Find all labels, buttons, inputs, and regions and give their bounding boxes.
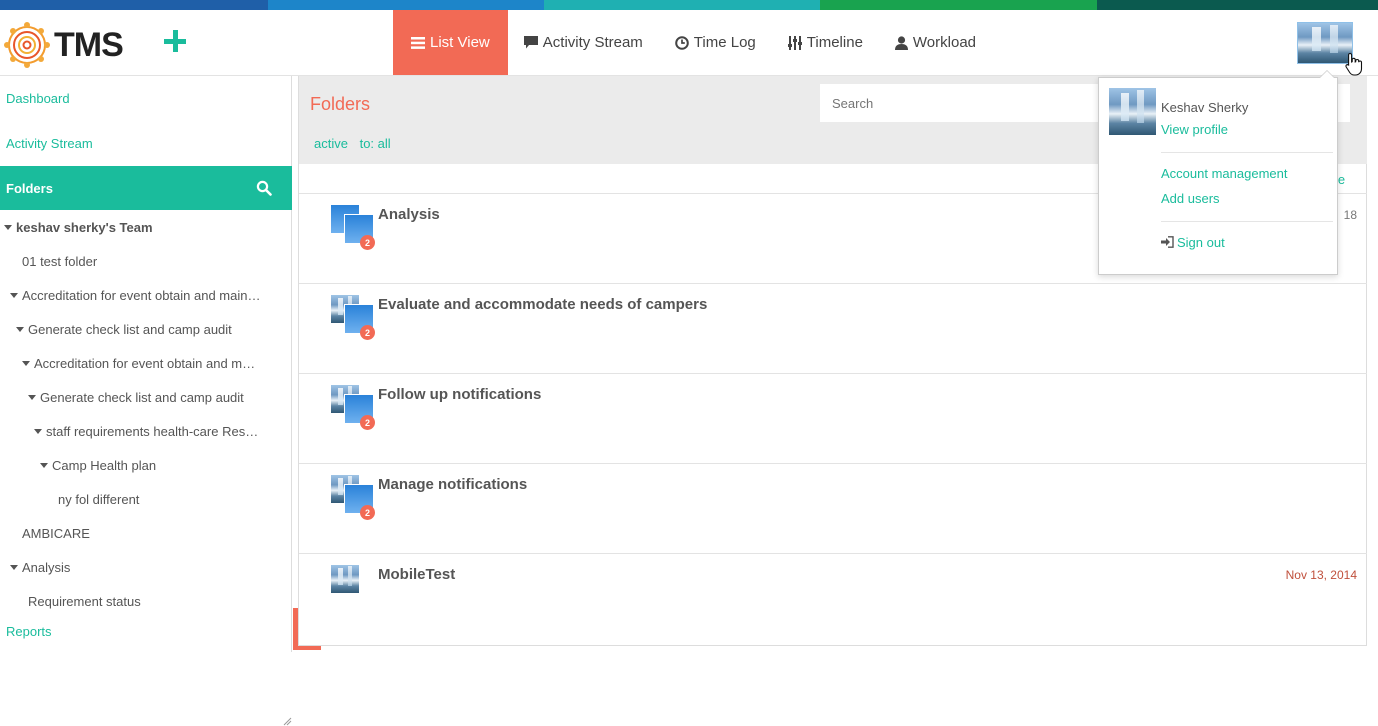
member-avatars: 2	[330, 204, 376, 250]
logo-icon	[4, 22, 50, 68]
nav-label: Workload	[912, 34, 977, 51]
tree-item[interactable]: keshav sherky's Team	[4, 220, 284, 235]
add-users-link[interactable]: Add users	[1161, 191, 1220, 206]
main-nav: List View Activity Stream Time Log Timel…	[393, 10, 992, 75]
member-avatars: 2	[330, 294, 376, 340]
divider	[1161, 221, 1333, 222]
tree-label: 01 test folder	[22, 254, 98, 269]
folder-title[interactable]: Analysis	[378, 206, 440, 223]
caret-down-icon	[22, 361, 30, 366]
app-logo[interactable]: TMS	[2, 22, 124, 68]
sidebar: Dashboard Activity Stream Folders keshav…	[0, 76, 292, 726]
tree-label: Generate check list and camp audit	[28, 322, 232, 337]
folder-title[interactable]: Manage notifications	[378, 476, 527, 493]
member-count-badge: 2	[360, 325, 375, 340]
nav-label: Timeline	[806, 34, 863, 51]
tree-item[interactable]: Camp Health plan	[40, 458, 284, 473]
tree-label: Analysis	[22, 560, 71, 575]
list-icon	[411, 36, 425, 49]
nav-workload[interactable]: Workload	[879, 10, 992, 75]
member-count-badge: 2	[360, 235, 375, 250]
tree-item[interactable]: staff requirements health-care Resources	[34, 424, 262, 439]
folder-title[interactable]: Evaluate and accommodate needs of camper…	[378, 296, 707, 313]
caret-down-icon	[28, 395, 36, 400]
tree-item[interactable]: Analysis	[10, 560, 284, 575]
tree-label: staff requirements health-care Resources	[46, 424, 262, 439]
sidebar-item-dashboard[interactable]: Dashboard	[6, 91, 70, 106]
sign-out-label: Sign out	[1177, 235, 1225, 250]
avatar	[330, 564, 360, 594]
tree-item[interactable]: AMBICARE	[22, 526, 284, 541]
page-title: Folders	[310, 94, 371, 114]
member-avatars: 2	[330, 474, 376, 520]
tree-item[interactable]: ny fol different	[58, 492, 284, 507]
tree-label: keshav sherky's Team	[16, 220, 153, 235]
tree-item[interactable]: Requirement status	[28, 594, 284, 609]
tree-label: Accreditation for event obtain and maint…	[34, 356, 262, 371]
account-management-link[interactable]: Account management	[1161, 166, 1287, 181]
resize-grip-icon[interactable]	[282, 716, 292, 726]
caret-down-icon	[16, 327, 24, 332]
nav-activity-stream[interactable]: Activity Stream	[508, 10, 659, 75]
member-avatars: 2	[330, 384, 376, 430]
folder-row[interactable]: 2 Follow up notifications	[299, 373, 1367, 463]
tree-label: Accreditation for event obtain and maint…	[22, 288, 262, 303]
folder-row[interactable]: 2 Manage notifications	[299, 463, 1367, 553]
tree-label: Requirement status	[28, 594, 141, 609]
logo-text: TMS	[54, 25, 124, 64]
filter-active[interactable]: active	[314, 136, 348, 151]
caret-down-icon	[40, 463, 48, 468]
folder-title[interactable]: Follow up notifications	[378, 386, 541, 403]
tree-label: Generate check list and camp audit	[40, 390, 244, 405]
nav-timeline[interactable]: Timeline	[772, 10, 879, 75]
caret-down-icon	[4, 225, 12, 230]
sidebar-item-reports[interactable]: Reports	[6, 624, 52, 639]
tree-item[interactable]: Accreditation for event obtain and maint…	[22, 356, 262, 371]
nav-label: Activity Stream	[542, 34, 643, 51]
caret-down-icon	[10, 565, 18, 570]
search-icon[interactable]	[256, 180, 272, 196]
folder-row[interactable]: MobileTest Nov 13, 2014	[299, 553, 1367, 643]
clock-icon	[674, 35, 689, 50]
add-button[interactable]	[162, 28, 190, 56]
member-avatars	[330, 564, 376, 610]
comment-icon	[523, 36, 538, 49]
tree-label: ny fol different	[58, 492, 140, 507]
profile-name: Keshav Sherky	[1161, 100, 1249, 115]
nav-label: List View	[430, 34, 490, 51]
filter-bar: active to: all	[314, 136, 399, 151]
app-header: TMS List View Activity Stream Time Log T…	[0, 10, 1378, 76]
profile-dropdown: Keshav Sherky View profile Account manag…	[1098, 70, 1338, 275]
tree-item[interactable]: Generate check list and camp audit	[28, 390, 284, 405]
view-profile-link[interactable]: View profile	[1161, 122, 1228, 137]
tree-item[interactable]: Generate check list and camp audit	[16, 322, 284, 337]
caret-down-icon	[34, 429, 42, 434]
sign-out-link[interactable]: Sign out	[1161, 235, 1225, 250]
folder-date: Nov 13, 2014	[1285, 568, 1357, 582]
folder-row[interactable]: 2 Evaluate and accommodate needs of camp…	[299, 283, 1367, 373]
user-icon	[894, 35, 908, 50]
tree-item[interactable]: Accreditation for event obtain and maint…	[10, 288, 262, 303]
sidebar-item-folders[interactable]: Folders	[0, 166, 292, 210]
hand-cursor-icon	[1345, 52, 1363, 76]
sign-in-icon	[1161, 236, 1174, 248]
folder-date: 18	[1343, 208, 1357, 222]
nav-time-log[interactable]: Time Log	[659, 10, 772, 75]
tree-label: AMBICARE	[22, 526, 90, 541]
folder-title[interactable]: MobileTest	[378, 566, 455, 583]
nav-label: Time Log	[693, 34, 756, 51]
profile-avatar	[1109, 88, 1156, 135]
divider	[1161, 152, 1333, 153]
member-count-badge: 2	[360, 415, 375, 430]
sliders-icon	[787, 35, 802, 50]
nav-list-view[interactable]: List View	[393, 10, 508, 75]
sidebar-item-activity-stream[interactable]: Activity Stream	[6, 136, 93, 151]
member-count-badge: 2	[360, 505, 375, 520]
filter-to-all[interactable]: to: all	[360, 136, 391, 151]
tree-item[interactable]: 01 test folder	[22, 254, 284, 269]
top-color-stripe	[0, 0, 1378, 10]
folders-label: Folders	[6, 180, 53, 196]
caret-down-icon	[10, 293, 18, 298]
tree-label: Camp Health plan	[52, 458, 157, 473]
